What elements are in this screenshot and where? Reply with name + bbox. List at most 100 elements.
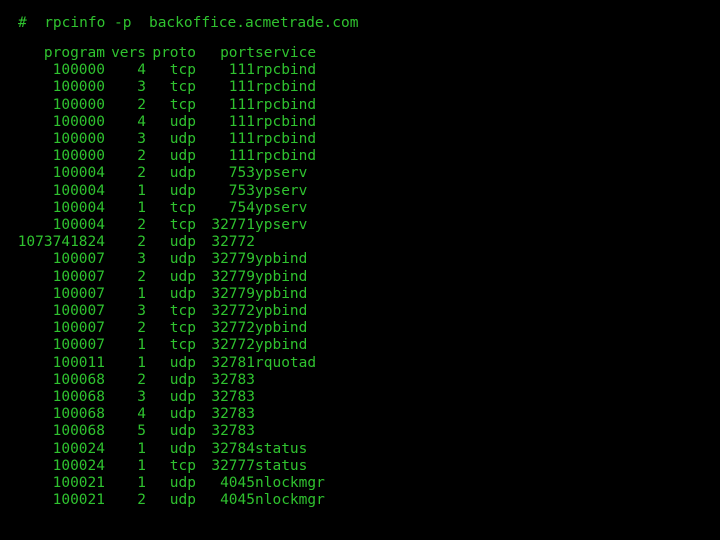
cell-proto: udp [169,234,196,251]
table-row: 100007 2 tcp 32772 ypbind [0,320,325,337]
cell-vers: 1 [137,475,146,492]
cell-proto: udp [169,285,196,302]
cell-proto: udp [169,475,196,492]
cell-vers: 2 [137,217,146,234]
cell-vers: 2 [137,148,146,165]
cell-proto: udp [169,148,196,165]
cell-port: 32771 [211,217,255,234]
cell-service: ypbind [255,268,308,285]
cell-program: 100007 [52,303,105,320]
table-row: 100068 3 udp 32783 [0,389,325,406]
cell-port: 32783 [211,371,255,388]
table-row: 100007 1 udp 32779 ypbind [0,286,325,303]
cell-vers: 3 [137,131,146,148]
cell-proto: tcp [169,457,196,474]
cell-vers: 3 [137,389,146,406]
cell-proto: udp [169,423,196,440]
cell-service: ypserv [255,199,308,216]
table-row: 100000 3 udp 111 rpcbind [0,131,325,148]
cell-port: 32772 [211,234,255,251]
table-row: 100000 2 tcp 111 rpcbind [0,97,325,114]
table-row: 100000 4 tcp 111 rpcbind [0,62,325,79]
cell-vers: 2 [137,268,146,285]
column-header-proto: proto [152,45,196,61]
cell-port: 32783 [211,406,255,423]
cell-vers: 2 [137,234,146,251]
command-text [27,15,44,31]
cell-service [255,389,325,406]
cell-proto: udp [169,182,196,199]
cell-service: rpcbind [255,79,317,96]
table-row: 100011 1 udp 32781 rquotad [0,355,325,372]
cell-service: nlockmgr [255,492,325,509]
cell-port: 4045 [220,475,255,492]
cell-port: 32781 [211,354,255,371]
cell-vers: 2 [137,371,146,388]
cell-port: 32772 [211,320,255,337]
cell-program: 100000 [52,113,105,130]
cell-program: 100068 [52,406,105,423]
table-body: 100000 4 tcp 111 rpcbind 100000 3 tcp 111 rpcbind… [0,62,325,509]
shell-prompt-symbol: # [18,15,27,31]
cell-service [255,423,325,440]
cell-port: 32777 [211,457,255,474]
terminal-window[interactable]: # rpcinfo -p backoffice.acmetrade.com pr… [0,0,720,540]
cell-port: 111 [228,96,255,113]
table-row: 100024 1 udp 32784 status [0,441,325,458]
table-row: 100007 2 udp 32779 ypbind [0,269,325,286]
cell-vers: 1 [137,457,146,474]
table-row: 100004 2 udp 753 ypserv [0,165,325,182]
cell-proto: udp [169,389,196,406]
table-row: 100007 1 tcp 32772 ypbind [0,337,325,354]
cell-proto: udp [169,268,196,285]
table-row: 100000 3 tcp 111 rpcbind [0,79,325,96]
cell-vers: 3 [137,303,146,320]
cell-service: ypbind [255,251,308,268]
cell-service: rpcbind [255,96,317,113]
cell-proto: tcp [169,303,196,320]
table-row: 100068 2 udp 32783 [0,372,325,389]
table-row: 100004 2 tcp 32771 ypserv [0,217,325,234]
table-row: 100068 5 udp 32783 [0,423,325,440]
cell-proto: udp [169,251,196,268]
cell-vers: 3 [137,79,146,96]
column-header-service: service [255,45,317,61]
cell-vers: 2 [137,96,146,113]
cell-program: 100007 [52,268,105,285]
cell-service: ypserv [255,165,308,182]
cell-service: rpcbind [255,113,317,130]
cell-vers: 3 [137,251,146,268]
cell-service: status [255,440,308,457]
cell-service: rpcbind [255,131,317,148]
cell-program: 100024 [52,457,105,474]
table-row: 100024 1 tcp 32777 status [0,458,325,475]
cell-service [255,234,325,251]
cell-service: ypserv [255,217,308,234]
table-row: 100004 1 udp 753 ypserv [0,183,325,200]
column-header-vers: vers [111,45,146,61]
table-header: program vers proto port service [0,45,325,62]
cell-vers: 1 [137,354,146,371]
table-row: 100068 4 udp 32783 [0,406,325,423]
cell-program: 100000 [52,62,105,79]
cell-program: 100000 [52,148,105,165]
cell-port: 32779 [211,285,255,302]
cell-program: 100007 [52,251,105,268]
cell-vers: 4 [137,62,146,79]
cell-service: rpcbind [255,148,317,165]
cell-port: 111 [228,148,255,165]
cell-program: 100021 [52,492,105,509]
cell-proto: tcp [169,337,196,354]
cell-service: rquotad [255,354,317,371]
rpcinfo-output-table: program vers proto port service 100000 4 t… [0,45,325,509]
cell-port: 111 [228,79,255,96]
cell-program: 100011 [52,354,105,371]
cell-service: ypbind [255,337,308,354]
cell-vers: 2 [137,165,146,182]
cell-program: 100024 [52,440,105,457]
cell-program: 100007 [52,337,105,354]
cell-vers: 5 [137,423,146,440]
cell-proto: udp [169,440,196,457]
command-line: # rpcinfo -p backoffice.acmetrade.com [18,15,358,32]
cell-program: 100004 [52,165,105,182]
